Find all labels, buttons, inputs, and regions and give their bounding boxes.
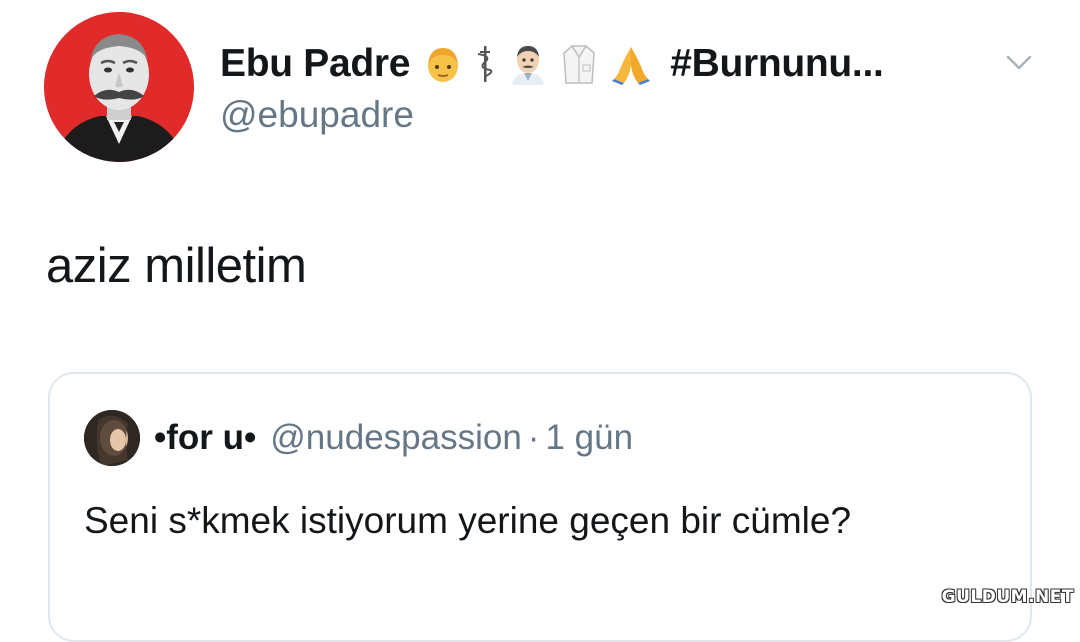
staff-of-aesculapius-emoji — [474, 44, 496, 84]
folded-hands-emoji — [610, 43, 652, 85]
author-avatar[interactable] — [44, 12, 194, 162]
tweet-text: aziz milletim — [46, 239, 307, 293]
quoted-tweet-card[interactable]: •for u• @nudespassion · 1 gün Seni s*kme… — [48, 372, 1032, 642]
man-health-worker-emoji — [508, 43, 548, 85]
quoted-tweet-text: Seni s*kmek istiyorum yerine geçen bir c… — [84, 500, 852, 541]
author-display-name[interactable]: Ebu Padre — [220, 42, 410, 86]
quoted-display-name[interactable]: •for u• — [154, 418, 256, 458]
separator-dot: · — [527, 418, 540, 457]
quoted-handle[interactable]: @nudespassion — [270, 418, 522, 458]
person-blond-emoji — [424, 44, 462, 84]
profile-hashtag[interactable]: #Burnunu... — [670, 42, 884, 86]
site-watermark-logo: GULDUM.NET — [941, 587, 1074, 607]
name-emoji-strip — [424, 43, 664, 85]
author-handle[interactable]: @ebupadre — [220, 94, 414, 136]
author-name-row: Ebu Padre #Burnunu... — [220, 36, 884, 92]
tweet: Ebu Padre #Burnunu... @ebupadre aziz mil… — [0, 0, 1080, 642]
quoted-timestamp[interactable]: 1 gün — [545, 418, 633, 458]
chevron-down-icon[interactable] — [1002, 50, 1036, 74]
quoted-author-avatar[interactable] — [84, 410, 140, 466]
tweet-header: Ebu Padre #Burnunu... @ebupadre — [220, 36, 1040, 146]
lab-coat-emoji — [560, 43, 598, 85]
quoted-tweet-header: •for u• @nudespassion · 1 gün — [154, 418, 633, 458]
